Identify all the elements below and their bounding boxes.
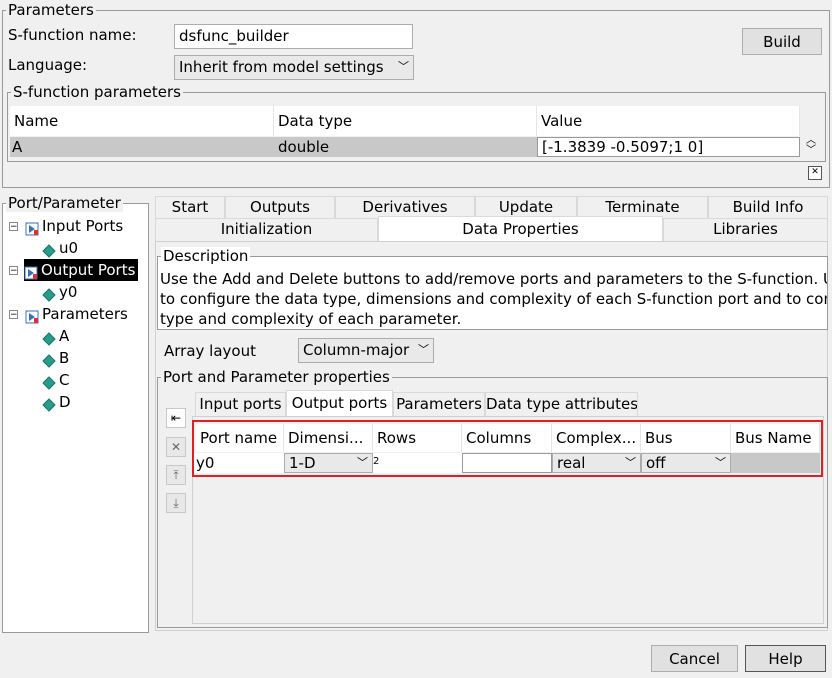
tree-item-param-b[interactable]: B (42, 347, 69, 369)
array-layout-select[interactable]: Column-major ﹀ (298, 338, 434, 363)
description-group: Use the Add and Delete buttons to add/re… (157, 256, 828, 330)
move-down-icon[interactable]: ⤓ (166, 493, 186, 513)
col-complexity[interactable]: Complex... (552, 424, 641, 452)
tab-parameters[interactable]: Parameters (393, 392, 485, 416)
chevron-down-icon: ﹀ (715, 456, 726, 469)
close-icon[interactable]: ✕ (808, 166, 822, 180)
param-diamond-icon (42, 330, 56, 346)
port-param-props-legend: Port and Parameter properties (161, 368, 392, 386)
cell-complexity-select[interactable]: real ﹀ (552, 453, 641, 473)
array-layout-value: Column-major (303, 341, 410, 359)
col-dimensions[interactable]: Dimensi... (284, 424, 373, 452)
port-diamond-icon (42, 242, 56, 258)
add-port-icon[interactable]: ⇤ (166, 408, 186, 428)
tab-initialization[interactable]: Initialization (155, 218, 378, 241)
tree-item-u0[interactable]: u0 (42, 237, 78, 259)
tab-output-ports[interactable]: Output ports (286, 390, 393, 416)
tab-terminate[interactable]: Terminate (577, 196, 708, 218)
description-legend: Description (161, 247, 251, 265)
cell-bus-name (731, 453, 820, 473)
move-up-icon[interactable]: ⤒ (166, 465, 186, 485)
tree-item-param-c[interactable]: C (42, 369, 69, 391)
col-port-name[interactable]: Port name (196, 424, 284, 452)
sfunction-name-label: S-function name: (8, 26, 137, 44)
tab-derivatives[interactable]: Derivatives (335, 196, 475, 218)
sfunc-col-name[interactable]: Name (10, 106, 274, 136)
sfunc-scroll-arrows[interactable]: ︿ ﹀ (804, 136, 818, 158)
col-rows[interactable]: Rows (373, 424, 462, 452)
chevron-down-icon: ﹀ (398, 60, 409, 73)
expander-parameters[interactable]: − (9, 310, 18, 320)
tree-label: A (59, 327, 70, 345)
expander-input-ports[interactable]: − (9, 222, 18, 232)
cell-dimensions-select[interactable]: 1-D ﹀ (284, 453, 373, 473)
param-diamond-icon (42, 396, 56, 412)
tab-input-ports[interactable]: Input ports (195, 392, 286, 416)
cell-complexity-value: real (557, 454, 586, 472)
language-label: Language: (8, 56, 88, 74)
tab-outputs[interactable]: Outputs (225, 196, 335, 218)
sfunc-row-datatype[interactable]: double (274, 137, 537, 157)
language-select-value: Inherit from model settings (179, 58, 384, 76)
tree-label: Input Ports (42, 217, 124, 235)
sfunc-params-legend: S-function parameters (11, 83, 183, 101)
tree-item-output-ports[interactable]: Output Ports (24, 259, 139, 281)
cell-port-name[interactable]: y0 (194, 453, 284, 473)
col-bus[interactable]: Bus (641, 424, 731, 452)
chevron-down-icon[interactable]: ﹀ (804, 146, 818, 156)
input-port-icon (25, 220, 39, 235)
tab-update[interactable]: Update (475, 196, 577, 218)
tree-item-y0[interactable]: y0 (42, 281, 77, 303)
cell-bus-value: off (646, 454, 666, 472)
parameters-legend: Parameters (6, 1, 96, 19)
col-bus-name[interactable]: Bus Name (731, 424, 820, 452)
output-port-icon (24, 264, 38, 279)
tree-label: D (59, 393, 71, 411)
tab-data-properties[interactable]: Data Properties (378, 216, 663, 241)
tree-label: C (59, 371, 70, 389)
array-layout-label: Array layout (164, 342, 256, 360)
tree-item-param-d[interactable]: D (42, 391, 71, 413)
description-line-2: to configure the data type, dimensions a… (160, 290, 828, 308)
cell-rows[interactable]: 2 (373, 453, 462, 473)
language-select[interactable]: Inherit from model settings ﹀ (174, 55, 414, 80)
parameters-icon (25, 308, 39, 323)
param-diamond-icon (42, 352, 56, 368)
chevron-down-icon: ﹀ (625, 456, 636, 469)
tab-build-info[interactable]: Build Info (708, 196, 828, 218)
cell-dimensions-value: 1-D (289, 454, 316, 472)
tree-item-parameters[interactable]: Parameters (25, 303, 128, 325)
sfunc-row-name[interactable]: A (10, 137, 274, 157)
col-columns[interactable]: Columns (462, 424, 552, 452)
tab-data-type-attributes[interactable]: Data type attributes (485, 392, 638, 416)
delete-port-icon[interactable]: ✕ (166, 437, 186, 457)
cancel-button[interactable]: Cancel (651, 645, 738, 672)
tree-item-param-a[interactable]: A (42, 325, 69, 347)
port-parameter-legend: Port/Parameter (6, 194, 123, 212)
tab-libraries[interactable]: Libraries (663, 218, 828, 241)
tree-label: B (59, 349, 70, 367)
chevron-down-icon: ﹀ (418, 343, 429, 356)
expander-output-ports[interactable]: − (9, 266, 18, 276)
build-button[interactable]: Build (742, 28, 822, 55)
tree-label: Output Ports (41, 261, 136, 279)
sfunc-row-value[interactable]: [-1.3839 -0.5097;1 0] (537, 137, 800, 157)
cell-columns[interactable] (462, 453, 552, 473)
description-line-1: Use the Add and Delete buttons to add/re… (160, 270, 828, 288)
description-line-3: type and complexity of each parameter. (160, 310, 462, 328)
tree-item-input-ports[interactable]: Input Ports (25, 215, 123, 237)
sfunction-name-input[interactable]: dsfunc_builder (174, 24, 413, 49)
sfunc-col-value[interactable]: Value (537, 106, 800, 136)
tree-label: u0 (59, 239, 79, 257)
sfunc-col-datatype[interactable]: Data type (274, 106, 537, 136)
help-button[interactable]: Help (745, 645, 826, 672)
tab-start[interactable]: Start (155, 196, 225, 218)
tree-label: Parameters (42, 305, 128, 323)
cell-bus-select[interactable]: off ﹀ (641, 453, 731, 473)
param-diamond-icon (42, 374, 56, 390)
chevron-down-icon: ﹀ (357, 456, 368, 469)
tree-label: y0 (59, 283, 78, 301)
port-diamond-icon (42, 286, 56, 302)
